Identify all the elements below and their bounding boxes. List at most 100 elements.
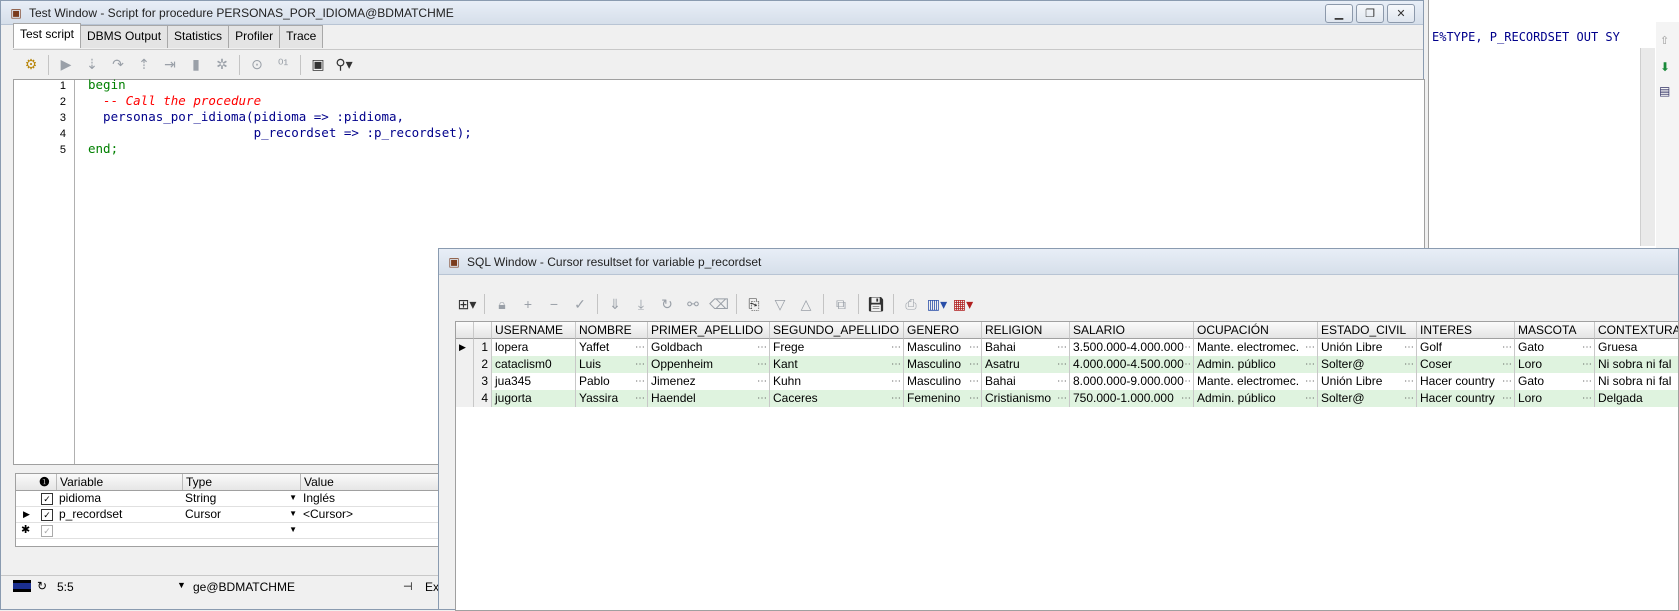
step-over-icon[interactable]: ↷ xyxy=(106,54,130,76)
column-header[interactable]: RELIGION xyxy=(982,322,1070,339)
table-cell[interactable]: Coser ⋯ xyxy=(1417,356,1515,373)
ellipsis-icon[interactable]: ⋯ xyxy=(1305,356,1315,373)
connection-name[interactable]: ge@BDMATCHME xyxy=(193,580,295,594)
table-cell[interactable]: Cristianismo ⋯ xyxy=(982,390,1070,407)
ellipsis-icon[interactable]: ⋯ xyxy=(891,339,901,356)
ellipsis-icon[interactable]: ⋯ xyxy=(1502,339,1512,356)
ellipsis-icon[interactable]: ⋯ xyxy=(1305,339,1315,356)
ellipsis-icon[interactable]: ⋯ xyxy=(1502,390,1512,407)
ellipsis-icon[interactable]: ⋯ xyxy=(891,373,901,390)
find-icon[interactable]: ⚲▾ xyxy=(332,54,356,76)
column-header[interactable]: NOMBRE xyxy=(576,322,648,339)
background-scrollbar[interactable] xyxy=(1640,48,1655,246)
variable-row[interactable]: ▶ ✓ p_recordset Cursor ▼ <Cursor> xyxy=(16,506,444,523)
tab-dbms-output[interactable]: DBMS Output xyxy=(80,25,169,48)
run-icon[interactable]: ▶ xyxy=(54,54,78,76)
include-checkbox[interactable]: ✓ xyxy=(41,509,53,521)
variable-type[interactable]: Cursor ▼ xyxy=(182,506,300,522)
tab-test-script[interactable]: Test script xyxy=(13,23,82,48)
table-cell[interactable]: Ni sobra ni fal xyxy=(1595,373,1678,390)
ellipsis-icon[interactable]: ⋯ xyxy=(1582,356,1592,373)
clear-record-icon[interactable]: ⌫ xyxy=(707,293,731,315)
new-variable-type[interactable]: ▼ xyxy=(182,522,300,538)
variable-name[interactable]: pidioma xyxy=(56,490,182,506)
ellipsis-icon[interactable]: ⋯ xyxy=(969,339,979,356)
ellipsis-icon[interactable]: ⋯ xyxy=(635,356,645,373)
ellipsis-icon[interactable]: ⋯ xyxy=(635,339,645,356)
table-cell[interactable]: Solter@ ⋯ xyxy=(1318,356,1417,373)
chevron-down-icon[interactable]: ▼ xyxy=(289,506,297,522)
delete-record-icon[interactable]: − xyxy=(542,293,566,315)
ellipsis-icon[interactable]: ⋯ xyxy=(969,373,979,390)
toggle-display-icon[interactable]: ⊙ xyxy=(245,54,269,76)
table-cell[interactable]: Haendel ⋯ xyxy=(648,390,770,407)
ellipsis-icon[interactable]: ⋯ xyxy=(1181,373,1191,390)
column-header[interactable]: SEGUNDO_APELLIDO xyxy=(770,322,904,339)
ellipsis-icon[interactable]: ⋯ xyxy=(635,373,645,390)
ellipsis-icon[interactable]: ⋯ xyxy=(1057,339,1067,356)
table-cell[interactable]: Mante. electromec. ⋯ xyxy=(1194,339,1318,356)
table-cell[interactable]: jua345 xyxy=(492,373,576,390)
table-cell[interactable]: Jimenez ⋯ xyxy=(648,373,770,390)
ellipsis-icon[interactable]: ⋯ xyxy=(1181,339,1191,356)
post-changes-icon[interactable]: ✓ xyxy=(568,293,592,315)
query-by-example-icon[interactable]: ⚯ xyxy=(681,293,705,315)
step-into-icon[interactable]: ⇣ xyxy=(80,54,104,76)
ellipsis-icon[interactable]: ⋯ xyxy=(1305,373,1315,390)
table-cell[interactable]: Ni sobra ni fal xyxy=(1595,356,1678,373)
table-cell[interactable]: Gato ⋯ xyxy=(1515,339,1595,356)
run-to-exception-icon[interactable]: ⇥ xyxy=(158,54,182,76)
ellipsis-icon[interactable]: ⋯ xyxy=(757,373,767,390)
new-variable-name[interactable] xyxy=(56,522,182,538)
value-column-header[interactable]: Value xyxy=(300,474,446,490)
table-cell[interactable]: Delgada xyxy=(1595,390,1678,407)
chart-icon[interactable]: ▥▾ xyxy=(925,293,949,315)
table-cell[interactable]: Asatru ⋯ xyxy=(982,356,1070,373)
include-checkbox[interactable]: ✓ xyxy=(41,493,53,505)
tab-profiler[interactable]: Profiler xyxy=(228,25,281,48)
refresh-icon[interactable]: ↻ xyxy=(655,293,679,315)
table-cell[interactable]: Bahai ⋯ xyxy=(982,339,1070,356)
table-cell[interactable]: Goldbach ⋯ xyxy=(648,339,770,356)
arrow-down-icon[interactable]: ⬇ xyxy=(1660,60,1670,74)
ellipsis-icon[interactable]: ⋯ xyxy=(891,356,901,373)
breakpoint-icon[interactable]: ✲ xyxy=(210,54,234,76)
minimize-button[interactable]: ▁ xyxy=(1325,4,1353,23)
ellipsis-icon[interactable]: ⋯ xyxy=(1582,390,1592,407)
ellipsis-icon[interactable]: ⋯ xyxy=(1057,390,1067,407)
insert-record-icon[interactable]: + xyxy=(516,293,540,315)
variable-row[interactable]: ✓ pidioma String ▼ Inglés xyxy=(16,490,444,507)
table-cell[interactable]: Pablo ⋯ xyxy=(576,373,648,390)
step-out-icon[interactable]: ⇡ xyxy=(132,54,156,76)
ellipsis-icon[interactable]: ⋯ xyxy=(757,390,767,407)
variable-name[interactable]: p_recordset xyxy=(56,506,182,522)
table-cell[interactable]: Yassira ⋯ xyxy=(576,390,648,407)
table-cell[interactable]: Unión Libre ⋯ xyxy=(1318,373,1417,390)
sql-window-titlebar[interactable]: ▣ SQL Window - Cursor resultset for vari… xyxy=(439,249,1678,275)
table-cell[interactable]: Masculino ⋯ xyxy=(904,356,982,373)
table-cell[interactable]: Golf ⋯ xyxy=(1417,339,1515,356)
table-cell[interactable]: Loro ⋯ xyxy=(1515,390,1595,407)
table-cell[interactable]: cataclism0 xyxy=(492,356,576,373)
column-header[interactable]: PRIMER_APELLIDO xyxy=(648,322,770,339)
column-header[interactable]: USERNAME xyxy=(492,322,576,339)
grid-options-icon[interactable]: ⊞▾ xyxy=(455,293,479,315)
table-cell[interactable]: Femenino ⋯ xyxy=(904,390,982,407)
ellipsis-icon[interactable]: ⋯ xyxy=(1404,339,1414,356)
chevron-down-icon[interactable]: ▼ xyxy=(289,490,297,506)
column-header[interactable]: CONTEXTURA xyxy=(1595,322,1678,339)
output-window-icon[interactable]: ▣ xyxy=(306,54,330,76)
variable-value[interactable]: Inglés xyxy=(300,490,446,506)
table-cell[interactable]: 8.000.000-9.000.000 ⋯ xyxy=(1070,373,1194,390)
fetch-last-icon[interactable]: ⤓ xyxy=(629,293,653,315)
table-cell[interactable]: Kant ⋯ xyxy=(770,356,904,373)
chevron-down-icon[interactable]: ▼ xyxy=(177,580,186,590)
ellipsis-icon[interactable]: ⋯ xyxy=(1057,356,1067,373)
column-header[interactable]: OCUPACIÓN xyxy=(1194,322,1318,339)
table-cell[interactable]: Bahai ⋯ xyxy=(982,373,1070,390)
table-cell[interactable]: Caceres ⋯ xyxy=(770,390,904,407)
variable-column-header[interactable]: Variable xyxy=(56,474,182,490)
include-checkbox[interactable]: ✓ xyxy=(41,525,53,537)
table-cell[interactable]: Masculino ⋯ xyxy=(904,339,982,356)
table-cell[interactable]: lopera xyxy=(492,339,576,356)
